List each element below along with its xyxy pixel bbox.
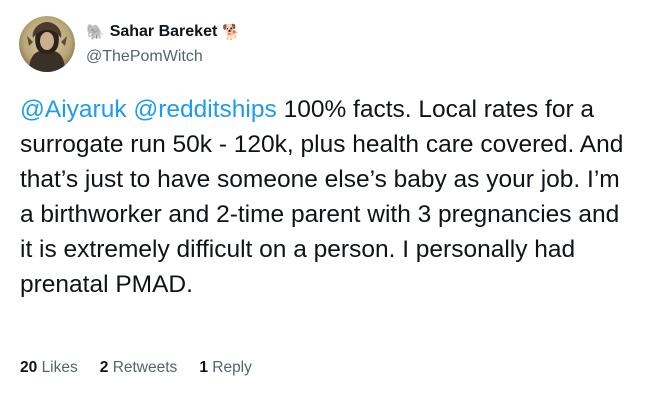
mention-link[interactable]: @redditships [133, 96, 276, 123]
retweets-stat[interactable]: 2 Retweets [100, 359, 178, 377]
mention-link[interactable]: @Aiyaruk [20, 96, 127, 123]
retweets-label: Retweets [112, 359, 178, 376]
likes-label: Likes [41, 359, 78, 376]
replies-count: 1 [199, 359, 208, 376]
retweets-count: 2 [99, 359, 109, 376]
likes-stat[interactable]: 20 Likes [20, 359, 78, 377]
author-name-row[interactable]: 🐘 Sahar Bareket 🐕 [86, 23, 241, 41]
dog-icon: 🐕 [222, 22, 241, 41]
elephant-icon: 🐘 [86, 22, 105, 41]
tweet-body: 100% facts. Local rates for a surrogate … [20, 96, 624, 298]
avatar-image [19, 16, 75, 72]
replies-stat[interactable]: 1 Reply [199, 359, 252, 377]
avatar[interactable] [19, 16, 75, 72]
user-handle[interactable]: @ThePomWitch [86, 48, 203, 66]
engagement-stats: 20 Likes 2 Retweets 1 Reply [20, 359, 252, 377]
tweet-text: @Aiyaruk @redditships 100% facts. Local … [20, 92, 635, 302]
tweet-card: 🐘 Sahar Bareket 🐕 @ThePomWitch @Aiyaruk … [0, 0, 650, 417]
likes-count: 20 [20, 359, 38, 376]
display-name: Sahar Bareket [109, 23, 218, 40]
replies-label: Reply [212, 359, 252, 376]
